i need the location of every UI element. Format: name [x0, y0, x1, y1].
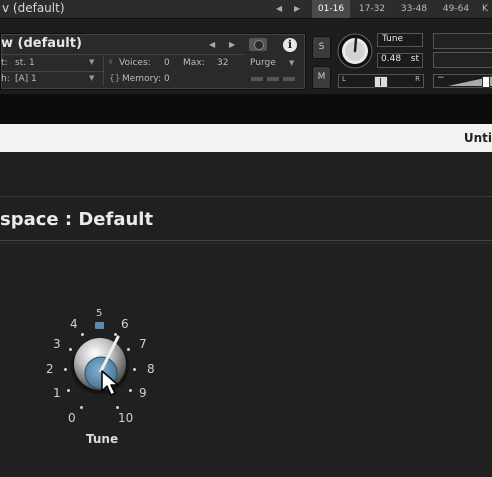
divider	[0, 240, 492, 241]
tune-knob-widget: 0 1 2 3 4 5 6 7 8 9 10 Tune	[40, 305, 170, 455]
purge-button[interactable]: Purge	[250, 58, 276, 68]
instrument-name[interactable]: w (default)	[1, 36, 82, 51]
mouse-cursor-icon	[101, 370, 119, 396]
scale-label-1: 1	[53, 386, 61, 400]
purge-dropdown-icon[interactable]: ▼	[289, 59, 294, 67]
purge-indicator	[283, 77, 295, 81]
tab-17-32[interactable]: 17-32	[352, 0, 392, 18]
mute-button[interactable]: M	[312, 66, 331, 89]
tick-dot	[133, 368, 136, 371]
tick-dot	[116, 406, 119, 409]
tick-dot	[80, 406, 83, 409]
tune-value: 0.48	[381, 54, 402, 64]
midi-label: h:	[1, 74, 10, 84]
instrument-next-icon[interactable]: ▶	[229, 40, 235, 49]
next-arrow-icon[interactable]: ▶	[294, 4, 300, 13]
divider	[1, 54, 245, 55]
scale-label-10: 10	[118, 411, 134, 425]
solo-button[interactable]: S	[312, 36, 331, 59]
memory-label: Memory:	[122, 74, 161, 84]
max-voices-field[interactable]: 32	[217, 58, 228, 68]
tune-display-label: Tune	[377, 33, 423, 47]
divider	[0, 243, 492, 244]
voices-label: Voices:	[119, 58, 151, 68]
panel-title: space : Default	[0, 209, 154, 230]
tune-unit: st	[410, 54, 419, 64]
midi-dropdown-icon[interactable]: ▼	[89, 74, 94, 82]
scale-label-9: 9	[139, 386, 147, 400]
output-label: t:	[1, 58, 8, 68]
tick-dot	[64, 368, 67, 371]
window-title: Unti	[463, 131, 492, 145]
midi-channel-select[interactable]: [A] 1	[15, 74, 37, 84]
divider	[103, 56, 104, 86]
camera-icon[interactable]	[249, 38, 267, 51]
scale-label-3: 3	[53, 337, 61, 351]
tune-label: Tune	[382, 34, 404, 44]
pan-right-label: R	[415, 75, 420, 83]
level-meter-left	[433, 33, 492, 49]
instrument-prev-icon[interactable]: ◀	[209, 40, 215, 49]
knob-label: Tune	[86, 432, 119, 446]
pan-handle[interactable]	[374, 76, 388, 88]
scale-label-7: 7	[139, 337, 147, 351]
volume-handle[interactable]	[482, 76, 490, 88]
window-title-bar	[0, 124, 492, 152]
memory-icon: {}	[109, 74, 121, 84]
tune-knob-small[interactable]	[336, 32, 374, 70]
volume-minus-label: −	[437, 73, 445, 83]
voices-icon: ♮	[109, 58, 113, 68]
scale-label-0: 0	[68, 411, 76, 425]
purge-indicator	[251, 77, 263, 81]
tab-49-64[interactable]: 49-64	[436, 0, 476, 18]
prev-arrow-icon[interactable]: ◀	[276, 4, 282, 13]
tab-33-48[interactable]: 33-48	[394, 0, 434, 18]
pan-slider[interactable]: L R	[338, 74, 424, 88]
multi-name[interactable]: v (default)	[2, 1, 65, 15]
instrument-header: w (default) ◀ ▶ i t: st. 1 ▼ ♮ Voices: 0…	[0, 33, 306, 90]
scale-label-5: 5	[96, 308, 103, 319]
voices-value: 0	[164, 58, 170, 68]
max-voices-label: Max:	[183, 58, 205, 68]
pan-left-label: L	[342, 75, 346, 83]
divider	[0, 196, 492, 197]
memory-value: 0	[164, 74, 170, 84]
volume-slider[interactable]: −	[433, 73, 492, 88]
purge-indicator	[267, 77, 279, 81]
tune-value-field[interactable]: 0.48 st	[377, 53, 423, 68]
output-select[interactable]: st. 1	[15, 58, 35, 68]
scale-label-2: 2	[46, 362, 54, 376]
level-meter-right	[433, 52, 492, 68]
toolbar-strip	[0, 94, 492, 124]
divider	[1, 71, 103, 72]
tab-keyswitch[interactable]: K	[478, 0, 492, 18]
info-icon[interactable]: i	[283, 38, 297, 52]
scale-label-8: 8	[147, 362, 155, 376]
output-dropdown-icon[interactable]: ▼	[89, 58, 94, 66]
tab-01-16[interactable]: 01-16	[312, 0, 350, 18]
